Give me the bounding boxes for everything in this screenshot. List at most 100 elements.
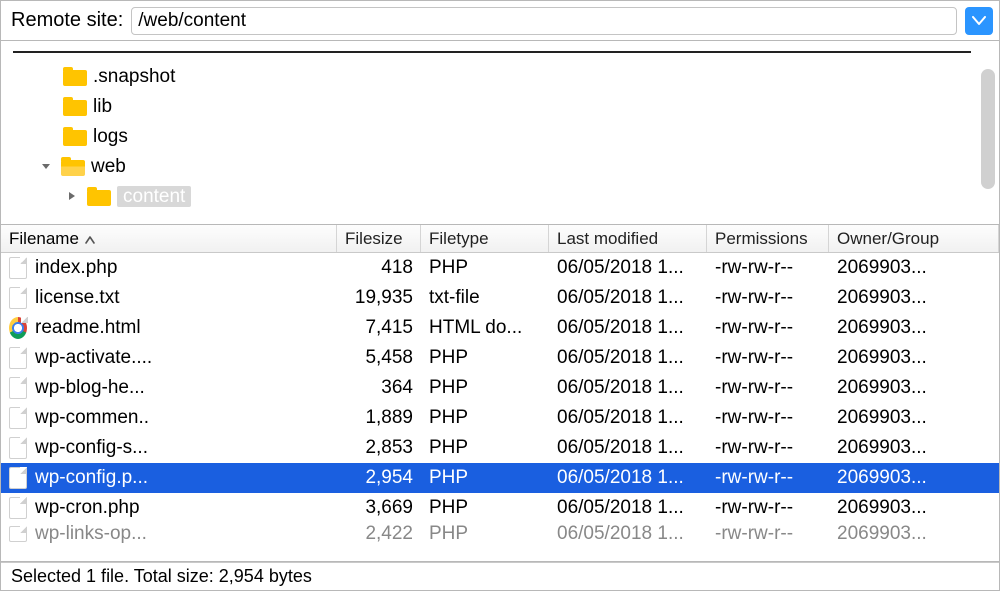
file-owner: 2069903... [829, 407, 999, 429]
file-modified: 06/05/2018 1... [549, 287, 707, 309]
file-row[interactable]: wp-links-op... 2,422PHP06/05/2018 1...-rw… [1, 523, 999, 545]
file-name: wp-links-op... [35, 523, 147, 545]
file-modified: 06/05/2018 1... [549, 467, 707, 489]
file-icon [9, 287, 27, 309]
file-type: PHP [421, 407, 549, 429]
folder-icon [87, 187, 111, 206]
file-modified: 06/05/2018 1... [549, 523, 707, 545]
file-name: readme.html [35, 317, 141, 339]
folder-icon [63, 127, 87, 146]
file-row[interactable]: wp-activate....5,458PHP06/05/2018 1...-r… [1, 343, 999, 373]
file-size: 2,954 [337, 467, 421, 489]
file-row[interactable]: readme.html7,415HTML do...06/05/2018 1..… [1, 313, 999, 343]
status-bar: Selected 1 file. Total size: 2,954 bytes [1, 562, 999, 590]
file-name: wp-blog-he... [35, 377, 145, 399]
tree-item-label: lib [93, 97, 112, 116]
file-type: txt-file [421, 287, 549, 309]
tree-item[interactable]: lib [1, 91, 999, 121]
file-name: wp-config-s... [35, 437, 148, 459]
file-size: 19,935 [337, 287, 421, 309]
file-row[interactable]: wp-config.p...2,954PHP06/05/2018 1...-rw… [1, 463, 999, 493]
file-owner: 2069903... [829, 377, 999, 399]
disclosure-open-icon[interactable] [37, 157, 55, 175]
file-name: license.txt [35, 287, 119, 309]
file-row[interactable]: wp-blog-he...364PHP06/05/2018 1...-rw-rw… [1, 373, 999, 403]
column-header-filename[interactable]: Filename [1, 225, 337, 252]
file-type: PHP [421, 377, 549, 399]
file-modified: 06/05/2018 1... [549, 257, 707, 279]
file-owner: 2069903... [829, 467, 999, 489]
file-owner: 2069903... [829, 347, 999, 369]
file-perm: -rw-rw-r-- [707, 377, 829, 399]
file-perm: -rw-rw-r-- [707, 347, 829, 369]
tree-item[interactable]: .snapshot [1, 61, 999, 91]
address-dropdown-button[interactable] [965, 7, 993, 35]
file-icon [9, 257, 27, 279]
tree-item-label: logs [93, 127, 128, 146]
file-icon [9, 347, 27, 369]
status-text: Selected 1 file. Total size: 2,954 bytes [11, 566, 312, 587]
tree-scrollbar[interactable] [981, 69, 995, 189]
file-size: 364 [337, 377, 421, 399]
file-modified: 06/05/2018 1... [549, 437, 707, 459]
file-owner: 2069903... [829, 497, 999, 519]
remote-site-panel: Remote site: /web/content .snapshotliblo… [0, 0, 1000, 591]
column-header-owner[interactable]: Owner/Group [829, 225, 999, 252]
file-owner: 2069903... [829, 523, 999, 545]
file-icon [9, 437, 27, 459]
file-type: PHP [421, 347, 549, 369]
file-icon [9, 497, 27, 519]
tree-item[interactable]: content [1, 181, 999, 211]
file-type: PHP [421, 523, 549, 545]
file-row[interactable]: index.php418PHP06/05/2018 1...-rw-rw-r--… [1, 253, 999, 283]
tree-item[interactable]: web [1, 151, 999, 181]
file-list-header: Filename Filesize Filetype Last modified… [1, 225, 999, 253]
column-header-filetype[interactable]: Filetype [421, 225, 549, 252]
file-perm: -rw-rw-r-- [707, 257, 829, 279]
folder-icon [61, 157, 85, 176]
file-name: wp-cron.php [35, 497, 140, 519]
file-perm: -rw-rw-r-- [707, 287, 829, 309]
address-input[interactable]: /web/content [131, 7, 957, 35]
file-owner: 2069903... [829, 257, 999, 279]
column-header-modified[interactable]: Last modified [549, 225, 707, 252]
directory-tree[interactable]: .snapshot lib logs web content [1, 47, 999, 211]
file-icon [9, 407, 27, 429]
file-type: PHP [421, 497, 549, 519]
file-owner: 2069903... [829, 437, 999, 459]
file-perm: -rw-rw-r-- [707, 467, 829, 489]
file-size: 1,889 [337, 407, 421, 429]
file-owner: 2069903... [829, 317, 999, 339]
file-size: 2,853 [337, 437, 421, 459]
file-row[interactable]: wp-commen..1,889PHP06/05/2018 1...-rw-rw… [1, 403, 999, 433]
folder-icon [63, 97, 87, 116]
file-size: 7,415 [337, 317, 421, 339]
file-list[interactable]: index.php418PHP06/05/2018 1...-rw-rw-r--… [1, 253, 999, 562]
file-modified: 06/05/2018 1... [549, 497, 707, 519]
column-header-permissions[interactable]: Permissions [707, 225, 829, 252]
file-type: PHP [421, 257, 549, 279]
file-modified: 06/05/2018 1... [549, 407, 707, 429]
file-row[interactable]: license.txt 19,935txt-file06/05/2018 1...… [1, 283, 999, 313]
column-header-filesize[interactable]: Filesize [337, 225, 421, 252]
disclosure-closed-icon[interactable] [63, 187, 81, 205]
file-row[interactable]: wp-cron.php3,669PHP06/05/2018 1...-rw-rw… [1, 493, 999, 523]
file-row[interactable]: wp-config-s...2,853PHP06/05/2018 1...-rw… [1, 433, 999, 463]
tree-item[interactable]: logs [1, 121, 999, 151]
chrome-file-icon [9, 317, 27, 339]
folder-icon [63, 67, 87, 86]
tree-item-label: web [91, 157, 126, 176]
tree-item-label: .snapshot [93, 67, 175, 86]
file-size: 3,669 [337, 497, 421, 519]
file-type: PHP [421, 437, 549, 459]
address-path: /web/content [138, 10, 246, 32]
directory-tree-pane: .snapshot lib logs web content [1, 41, 999, 225]
file-perm: -rw-rw-r-- [707, 407, 829, 429]
file-icon [9, 377, 27, 399]
sort-asc-icon [85, 229, 95, 249]
file-size: 2,422 [337, 523, 421, 545]
file-icon [9, 526, 27, 542]
file-perm: -rw-rw-r-- [707, 523, 829, 545]
file-size: 5,458 [337, 347, 421, 369]
file-modified: 06/05/2018 1... [549, 347, 707, 369]
